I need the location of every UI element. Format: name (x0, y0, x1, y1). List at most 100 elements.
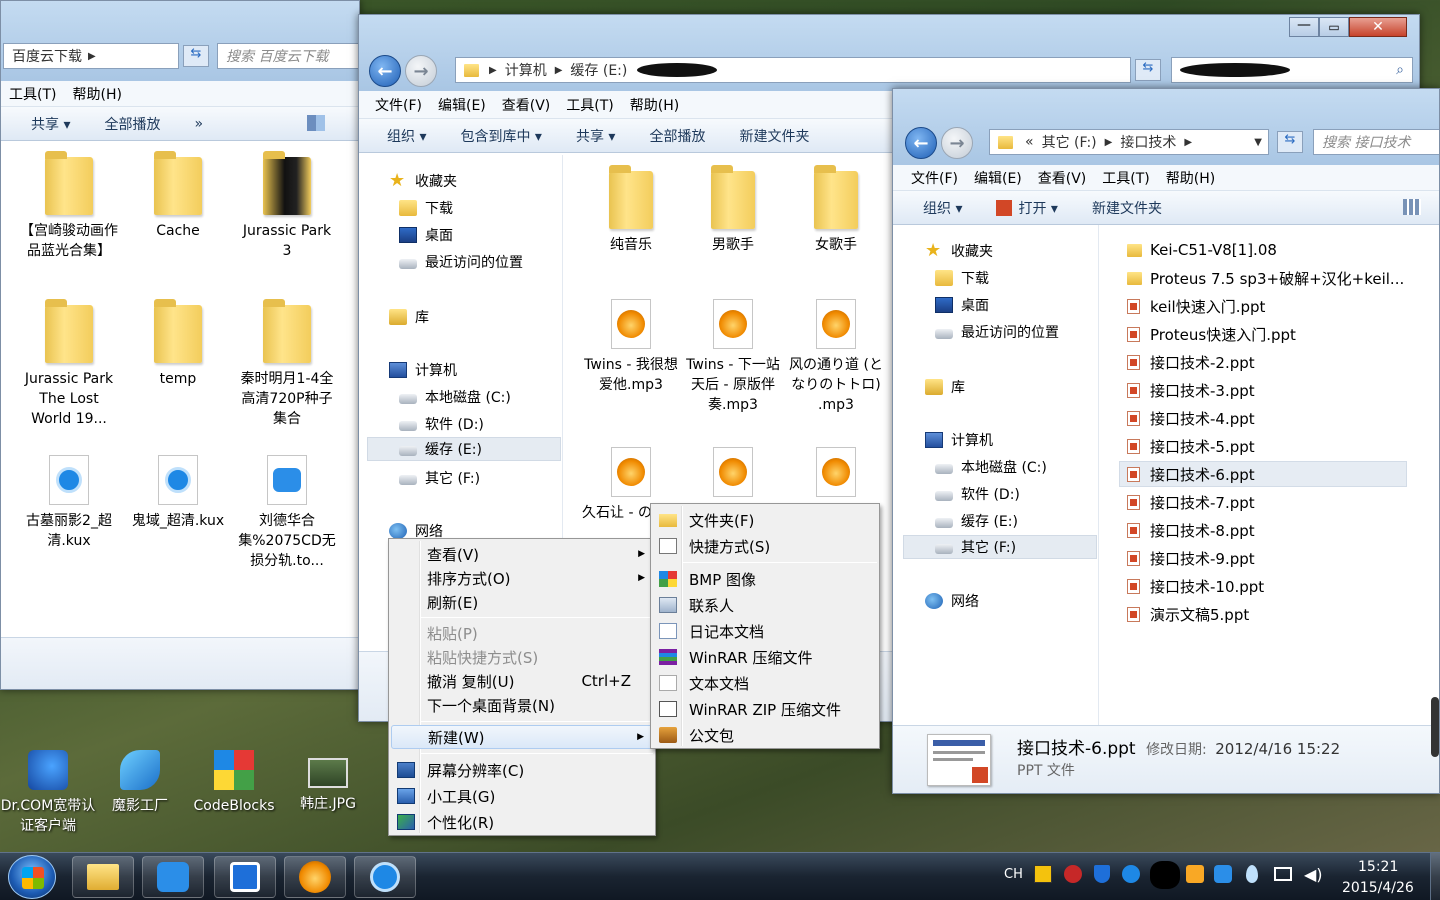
baidu-cloud-icon[interactable] (1214, 865, 1232, 883)
forward-button[interactable]: → (405, 55, 437, 87)
menu-item-paste[interactable]: 粘贴(P) (391, 621, 653, 645)
list-item[interactable]: 接口技术-7.ppt (1127, 489, 1255, 515)
volume-icon[interactable]: ◀) (1304, 865, 1323, 884)
address-bar[interactable]: 百度云下载 ▶ (3, 43, 179, 69)
menu-edit[interactable]: 编辑(E) (974, 168, 1022, 188)
nav-drive-d[interactable]: 软件 (D:) (399, 412, 484, 436)
organize-button[interactable]: 组织 ▾ (923, 198, 962, 218)
menu-item-new-folder[interactable]: 文件夹(F) (653, 508, 877, 532)
back-button[interactable]: ← (369, 55, 401, 87)
nav-libraries[interactable]: 库 (925, 375, 965, 399)
play-all-button[interactable]: 全部播放 (649, 126, 705, 146)
nav-favorites[interactable]: ★ 收藏夹 (389, 169, 457, 193)
taskbar-music-player[interactable] (284, 856, 346, 898)
search-icon[interactable]: ⌕ (1396, 62, 1404, 78)
maximize-button[interactable]: ▭ (1319, 17, 1349, 37)
network-status-icon[interactable] (1274, 867, 1292, 881)
water-drop-icon[interactable] (1246, 865, 1258, 883)
view-options-icon[interactable] (307, 115, 325, 131)
folder-tile[interactable]: 秦时明月1-4全高清720P种子集合 (237, 299, 337, 429)
share-button[interactable]: 共享 ▾ (576, 126, 615, 146)
list-item[interactable]: 接口技术-8.ppt (1127, 517, 1255, 543)
menu-file[interactable]: 文件(F) (375, 95, 422, 115)
address-overflow[interactable]: « (1025, 134, 1034, 150)
close-button[interactable]: ✕ (1349, 17, 1407, 37)
back-button[interactable]: ← (905, 127, 937, 159)
menu-item-view[interactable]: 查看(V) ▶ (391, 542, 653, 566)
nav-downloads[interactable]: 下载 (399, 196, 453, 220)
forward-button[interactable]: → (941, 127, 973, 159)
folder-tile[interactable]: Cache (128, 151, 228, 241)
list-item[interactable]: 接口技术-9.ppt (1127, 545, 1255, 571)
menu-item-screen-resolution[interactable]: 屏幕分辨率(C) (391, 758, 653, 782)
include-in-library-button[interactable]: 包含到库中 ▾ (460, 126, 541, 146)
menu-item-new-bmp[interactable]: BMP 图像 (653, 567, 877, 591)
list-item-selected[interactable]: 接口技术-6.ppt (1119, 461, 1407, 487)
taskbar-baidu-cloud[interactable] (142, 856, 204, 898)
menu-item-new[interactable]: 新建(W) ▶ (391, 725, 653, 749)
search-input[interactable]: 搜索 接口技术 (1313, 129, 1439, 155)
menu-help[interactable]: 帮助(H) (630, 95, 679, 115)
clock-time[interactable]: 15:21 (1358, 859, 1398, 875)
menu-item-new-winrar[interactable]: WinRAR 压缩文件 (653, 645, 877, 669)
file-tile[interactable]: 古墓丽影2_超清.kux (19, 455, 119, 551)
nav-favorites[interactable]: ★ 收藏夹 (925, 239, 993, 263)
folder-tile[interactable]: 男歌手 (683, 165, 783, 255)
refresh-icon[interactable]: ⇆ (1277, 131, 1303, 153)
menu-edit[interactable]: 编辑(E) (438, 95, 486, 115)
menu-item-new-briefcase[interactable]: 公文包 (653, 723, 877, 747)
list-item[interactable]: 演示文稿5.ppt (1127, 601, 1249, 627)
nav-drive-c[interactable]: 本地磁盘 (C:) (399, 385, 511, 409)
address-bar[interactable]: « 其它 (F:) ▶ 接口技术 ▶ ▼ (989, 129, 1269, 155)
open-button[interactable]: 打开 ▾ (1018, 198, 1057, 218)
menu-item-new-contact[interactable]: 联系人 (653, 593, 877, 617)
menu-help[interactable]: 帮助(H) (72, 84, 121, 104)
refresh-icon[interactable]: ⇆ (183, 45, 209, 67)
menu-item-refresh[interactable]: 刷新(E) (391, 590, 653, 614)
list-item[interactable]: Proteus 7.5 sp3+破解+汉化+keil... (1127, 265, 1404, 291)
tray-icon[interactable] (1186, 865, 1204, 883)
more-commands-button[interactable]: » (194, 116, 203, 132)
share-button[interactable]: 共享 ▾ (31, 114, 70, 134)
menu-item-new-shortcut[interactable]: 快捷方式(S) (653, 534, 877, 558)
desktop-icon-drcom[interactable]: Dr.COM宽带认证客户端 (0, 750, 96, 836)
list-item[interactable]: 接口技术-5.ppt (1127, 433, 1255, 459)
address-crumb[interactable]: 缓存 (E:) (570, 60, 627, 80)
new-folder-button[interactable]: 新建文件夹 (739, 126, 809, 146)
menu-item-personalize[interactable]: 个性化(R) (391, 810, 653, 834)
menu-tools[interactable]: 工具(T) (1102, 168, 1149, 188)
nav-network[interactable]: 网络 (925, 589, 979, 613)
menu-tools[interactable]: 工具(T) (566, 95, 613, 115)
list-item[interactable]: 接口技术-4.ppt (1127, 405, 1255, 431)
address-crumb[interactable]: 计算机 (505, 60, 547, 80)
nav-recent[interactable]: 最近访问的位置 (399, 250, 523, 274)
taskbar-explorer[interactable] (72, 856, 134, 898)
folder-tile[interactable]: 【宫崎骏动画作品蓝光合集】 (19, 151, 119, 261)
list-item[interactable]: keil快速入门.ppt (1127, 293, 1265, 319)
menu-item-new-text[interactable]: 文本文档 (653, 671, 877, 695)
nav-recent[interactable]: 最近访问的位置 (935, 320, 1059, 344)
nav-drive-e[interactable]: 缓存 (E:) (935, 509, 1018, 533)
menu-tools[interactable]: 工具(T) (9, 84, 56, 104)
file-tile[interactable]: Twins - 下一站天后 - 原版伴奏.mp3 (683, 299, 783, 415)
file-tile[interactable]: 鬼域_超清.kux (128, 455, 228, 531)
tray-icon[interactable] (1064, 865, 1082, 883)
address-crumb[interactable]: 接口技术 (1120, 132, 1176, 152)
nav-drive-e[interactable]: 缓存 (E:) (367, 437, 561, 461)
desktop-icon-codeblocks[interactable]: CodeBlocks (186, 750, 282, 816)
list-item[interactable]: 接口技术-2.ppt (1127, 349, 1255, 375)
folder-tile[interactable]: temp (128, 299, 228, 389)
folder-tile[interactable]: 纯音乐 (581, 165, 681, 255)
address-bar[interactable]: ▶ 计算机 ▶ 缓存 (E:) (455, 57, 1131, 83)
nav-desktop[interactable]: 桌面 (399, 223, 453, 247)
menu-item-gadgets[interactable]: 小工具(G) (391, 784, 653, 808)
folder-tile[interactable]: Jurassic Park 3 (237, 151, 337, 261)
new-folder-button[interactable]: 新建文件夹 (1092, 198, 1162, 218)
desktop-icon-image[interactable]: 韩庄.JPG (280, 750, 376, 814)
menu-item-new-journal[interactable]: 日记本文档 (653, 619, 877, 643)
file-tile[interactable]: 风の通り道 (となりのトトロ) .mp3 (786, 299, 886, 415)
nav-drive-f[interactable]: 其它 (F:) (399, 466, 480, 490)
chevron-down-icon[interactable]: ▼ (1254, 137, 1262, 148)
menu-item-new-winrar-zip[interactable]: WinRAR ZIP 压缩文件 (653, 697, 877, 721)
folder-tile[interactable]: 女歌手 (786, 165, 886, 255)
